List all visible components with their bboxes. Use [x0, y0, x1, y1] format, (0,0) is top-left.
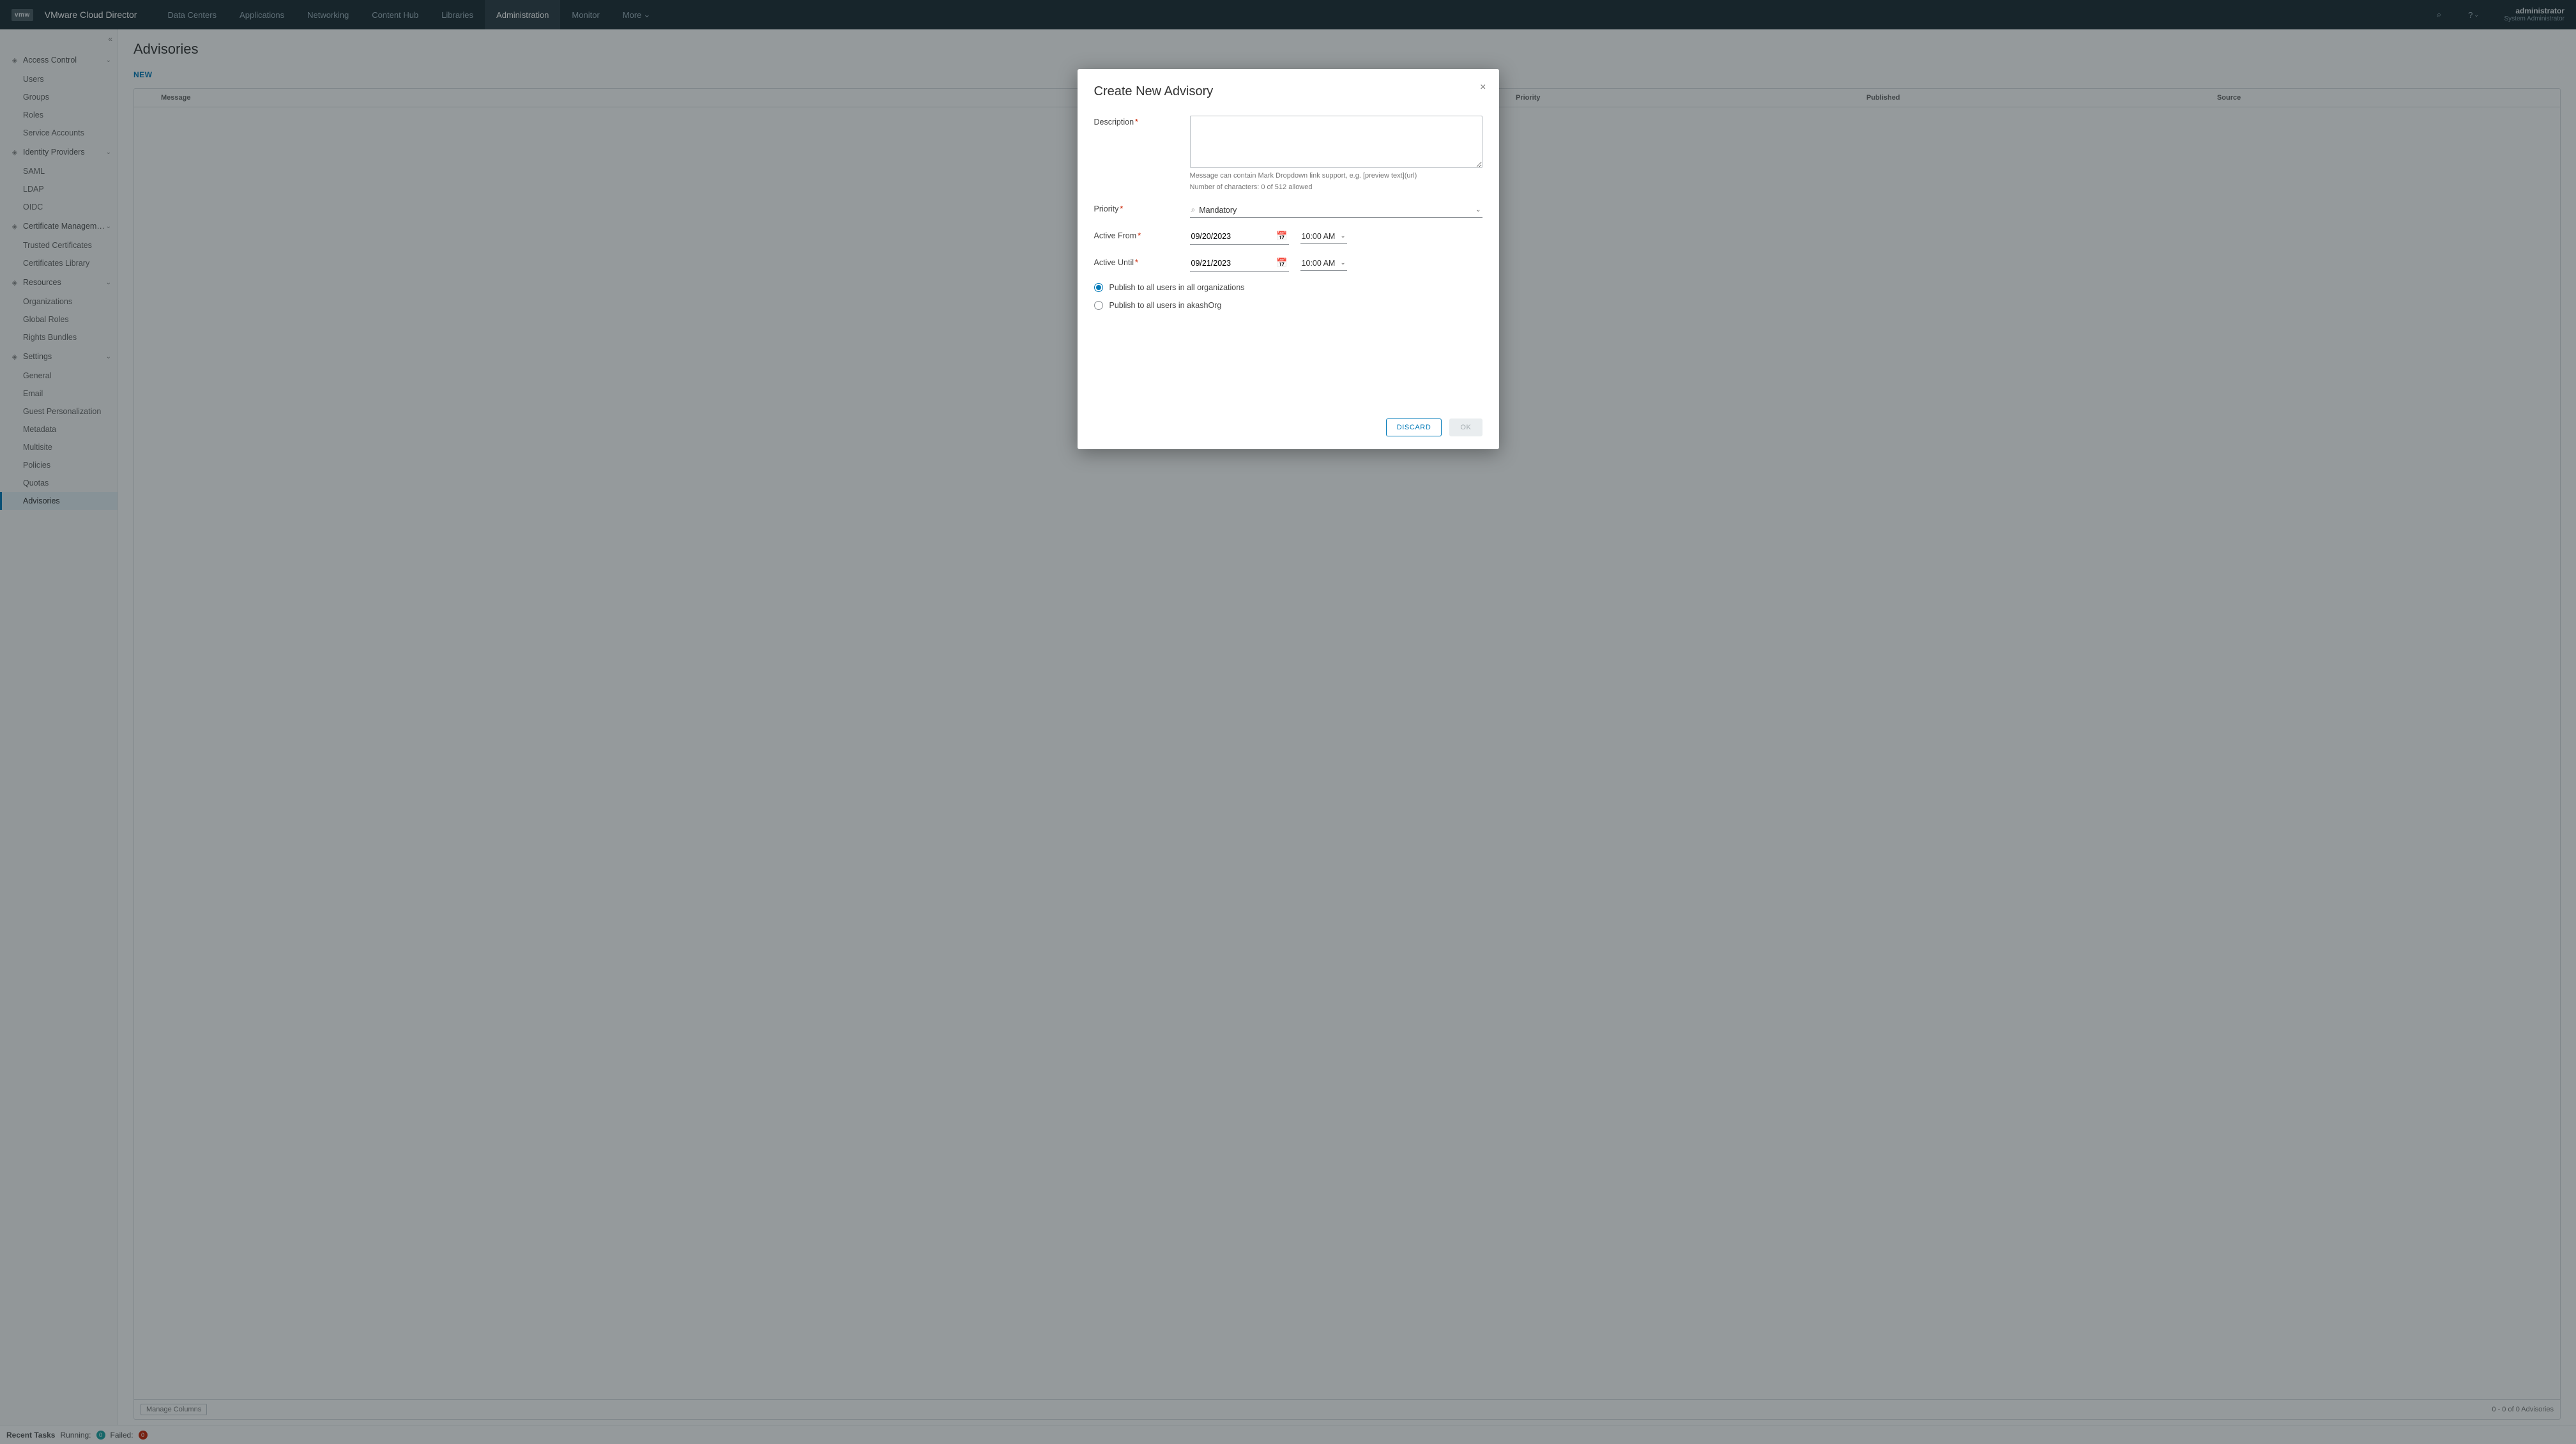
priority-label: Priority: [1094, 204, 1119, 213]
active-from-date[interactable]: [1191, 232, 1277, 241]
ok-button[interactable]: OK: [1449, 419, 1482, 436]
radio-icon-unselected: [1094, 301, 1103, 310]
search-mini-icon: ⌕: [1191, 205, 1196, 215]
description-textarea[interactable]: [1190, 116, 1482, 168]
active-until-date[interactable]: [1191, 259, 1277, 268]
priority-value: Mandatory: [1199, 206, 1237, 215]
description-label: Description: [1094, 118, 1134, 127]
active-until-label: Active Until: [1094, 258, 1134, 267]
chevron-down-icon: ⌄: [1340, 259, 1345, 266]
active-from-time-select[interactable]: 10:00 AM ⌄: [1300, 231, 1347, 244]
active-from-label: Active From: [1094, 231, 1137, 240]
calendar-icon[interactable]: 📅: [1276, 257, 1287, 268]
chevron-down-icon: ⌄: [1475, 206, 1481, 213]
description-hint-1: Message can contain Mark Dropdown link s…: [1190, 172, 1482, 180]
radio-publish-this-org[interactable]: Publish to all users in akashOrg: [1094, 301, 1482, 310]
priority-select[interactable]: ⌕ Mandatory ⌄: [1190, 203, 1482, 218]
radio-publish-all-orgs[interactable]: Publish to all users in all organization…: [1094, 283, 1482, 292]
calendar-icon[interactable]: 📅: [1276, 231, 1287, 242]
radio-icon-selected: [1094, 283, 1103, 292]
radio-all-orgs-label: Publish to all users in all organization…: [1109, 283, 1245, 292]
radio-this-org-label: Publish to all users in akashOrg: [1109, 301, 1222, 310]
modal-overlay: × Create New Advisory Description* Messa…: [0, 0, 2576, 1444]
active-from-time: 10:00 AM: [1302, 232, 1336, 241]
active-until-time: 10:00 AM: [1302, 259, 1336, 268]
close-icon[interactable]: ×: [1480, 82, 1486, 93]
create-advisory-modal: × Create New Advisory Description* Messa…: [1078, 69, 1499, 449]
chevron-down-icon: ⌄: [1340, 233, 1345, 240]
active-until-time-select[interactable]: 10:00 AM ⌄: [1300, 257, 1347, 271]
modal-title: Create New Advisory: [1094, 84, 1482, 99]
discard-button[interactable]: DISCARD: [1386, 419, 1442, 436]
description-hint-2: Number of characters: 0 of 512 allowed: [1190, 183, 1482, 191]
active-from-date-input[interactable]: 📅: [1190, 229, 1289, 245]
active-until-date-input[interactable]: 📅: [1190, 256, 1289, 272]
